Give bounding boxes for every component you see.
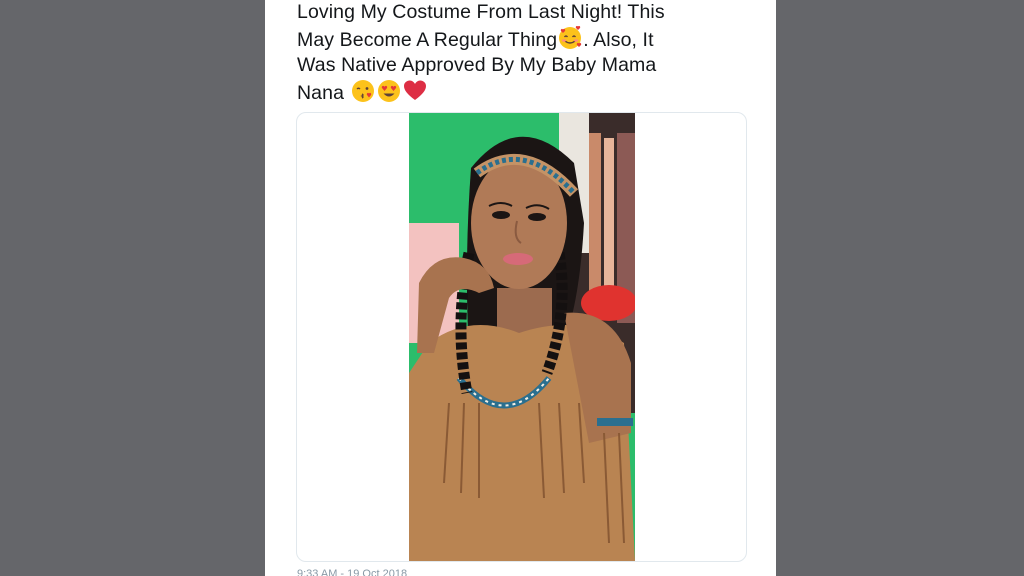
tweet-timestamp[interactable]: 9:33 AM - 19 Oct 2018 (297, 568, 407, 576)
smiling-face-with-hearts-icon (558, 25, 582, 50)
tweet-media-container[interactable] (296, 112, 747, 562)
smiling-face-with-heart-eyes-icon (377, 79, 401, 103)
tweet-card: Loving My Costume From Last Night! This … (265, 0, 776, 576)
tweet-text-line-2b: . Also, It (583, 28, 654, 51)
face-blowing-a-kiss-icon (351, 79, 375, 103)
tweet-text: Loving My Costume From Last Night! This … (297, 0, 747, 106)
tweet-text-line-1: Loving My Costume From Last Night! This (297, 1, 665, 23)
tweet-text-line-2a: May Become A Regular Thing (297, 28, 558, 51)
tweet-text-line-3: Was Native Approved By My Baby Mama (297, 54, 657, 76)
tweet-text-line-4: Nana (297, 81, 350, 104)
red-heart-icon (403, 79, 427, 103)
video-frame: Loving My Costume From Last Night! This … (0, 0, 1024, 576)
tweet-photo[interactable] (409, 113, 635, 561)
